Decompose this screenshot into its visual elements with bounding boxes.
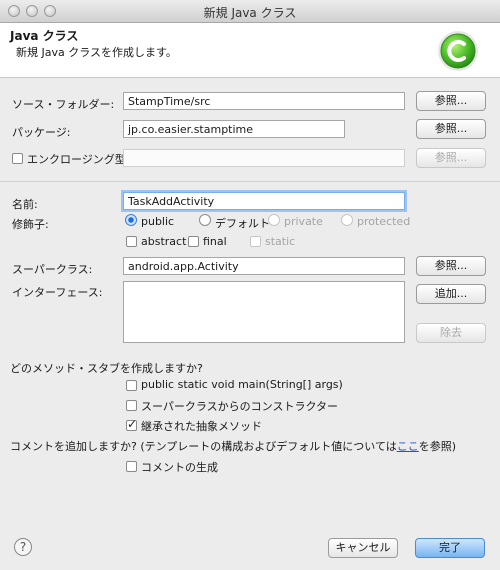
- modifier-private-label: private: [284, 215, 323, 228]
- superclass-browse-button[interactable]: 参照...: [416, 256, 486, 276]
- comments-question-prefix: コメントを追加しますか? (テンプレートの構成およびデフォルト値については: [10, 440, 397, 453]
- stub-inherited-checkbox[interactable]: [126, 417, 137, 431]
- modifier-default-label: デフォルト: [215, 217, 270, 230]
- package-label: パッケージ:: [12, 126, 71, 139]
- package-browse-button[interactable]: 参照...: [416, 119, 486, 139]
- modifier-abstract-label: abstract: [141, 235, 187, 248]
- method-stubs-question: どのメソッド・スタブを作成しますか?: [10, 362, 203, 375]
- superclass-label: スーパークラス:: [12, 263, 93, 276]
- modifier-abstract-checkbox[interactable]: [126, 236, 137, 247]
- modifier-protected-label: protected: [357, 215, 411, 228]
- enclosing-type-checkbox[interactable]: [12, 153, 23, 164]
- modifier-private-radio[interactable]: [268, 214, 280, 226]
- modifier-public-label: public: [141, 215, 175, 228]
- finish-button[interactable]: 完了: [415, 538, 485, 558]
- modifier-static-checkbox[interactable]: [250, 236, 261, 247]
- header-description: 新規 Java クラスを作成します。: [16, 46, 177, 59]
- comments-question: コメントを追加しますか? (テンプレートの構成およびデフォルト値についてはここを…: [10, 438, 456, 454]
- stub-inherited-label: 継承された抽象メソッド: [141, 420, 262, 433]
- stub-main-checkbox[interactable]: [126, 380, 137, 391]
- stub-constructors-checkbox[interactable]: [126, 400, 137, 411]
- name-label: 名前:: [12, 198, 38, 211]
- interfaces-list[interactable]: [123, 281, 405, 343]
- superclass-input[interactable]: android.app.Activity: [123, 257, 405, 275]
- stub-constructors-label: スーパークラスからのコンストラクター: [141, 400, 339, 413]
- enclosing-type-input[interactable]: [123, 149, 405, 167]
- interfaces-label: インターフェース:: [12, 286, 103, 299]
- generate-comments-label: コメントの生成: [141, 461, 218, 474]
- section-divider: [0, 181, 500, 182]
- source-folder-browse-button[interactable]: 参照...: [416, 91, 486, 111]
- package-input[interactable]: jp.co.easier.stamptime: [123, 120, 345, 138]
- enclosing-type-browse-button[interactable]: 参照...: [416, 148, 486, 168]
- stub-main-label: public static void main(String[] args): [141, 378, 343, 391]
- source-folder-label: ソース・フォルダー:: [12, 98, 115, 111]
- modifier-protected-radio[interactable]: [341, 214, 353, 226]
- remove-interface-button[interactable]: 除去: [416, 323, 486, 343]
- modifier-public-radio[interactable]: [125, 214, 137, 226]
- modifiers-label: 修飾子:: [12, 218, 49, 231]
- title-bar: 新規 Java クラス: [0, 0, 500, 23]
- cancel-button[interactable]: キャンセル: [328, 538, 398, 558]
- enclosing-type-label: エンクロージング型:: [27, 153, 130, 166]
- wizard-header: Java クラス 新規 Java クラスを作成します。: [0, 23, 500, 78]
- modifier-final-label: final: [203, 235, 227, 248]
- class-name-input[interactable]: TaskAddActivity: [123, 192, 405, 210]
- comments-question-suffix: を参照): [418, 440, 457, 453]
- templates-preferences-link[interactable]: ここ: [397, 440, 419, 453]
- modifier-default-radio[interactable]: [199, 214, 211, 226]
- java-class-wizard-icon: [438, 31, 478, 71]
- generate-comments-checkbox[interactable]: [126, 461, 137, 472]
- add-interface-button[interactable]: 追加...: [416, 284, 486, 304]
- modifier-static-label: static: [265, 235, 296, 248]
- modifier-final-checkbox[interactable]: [188, 236, 199, 247]
- source-folder-input[interactable]: StampTime/src: [123, 92, 405, 110]
- help-icon[interactable]: ?: [14, 538, 32, 556]
- window-title: 新規 Java クラス: [203, 6, 297, 20]
- header-title: Java クラス: [10, 29, 79, 43]
